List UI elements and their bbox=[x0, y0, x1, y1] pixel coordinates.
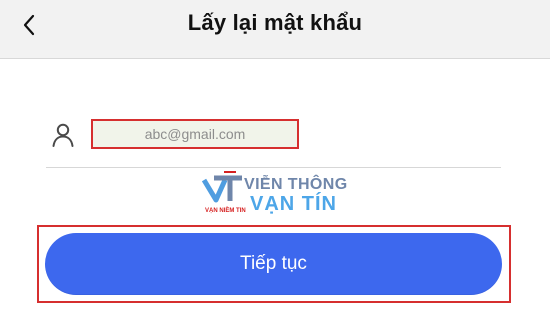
vantin-logo-icon bbox=[202, 171, 242, 203]
watermark-line1: VIỄN THÔNG bbox=[244, 176, 348, 193]
email-field-row bbox=[46, 110, 501, 168]
watermark-small-text: VẠN NIỀM TIN bbox=[205, 208, 246, 214]
email-input[interactable] bbox=[91, 119, 299, 149]
input-divider bbox=[46, 167, 501, 168]
watermark-logo: VIỄN THÔNG VẠN TÍN VẠN NIỀM TIN bbox=[202, 170, 347, 220]
watermark-line2: VẠN TÍN bbox=[250, 193, 337, 215]
continue-button[interactable]: Tiếp tục bbox=[45, 233, 502, 295]
user-icon bbox=[52, 123, 74, 147]
header-bar: Lấy lại mật khẩu bbox=[0, 0, 550, 59]
page-title: Lấy lại mật khẩu bbox=[187, 10, 363, 35]
